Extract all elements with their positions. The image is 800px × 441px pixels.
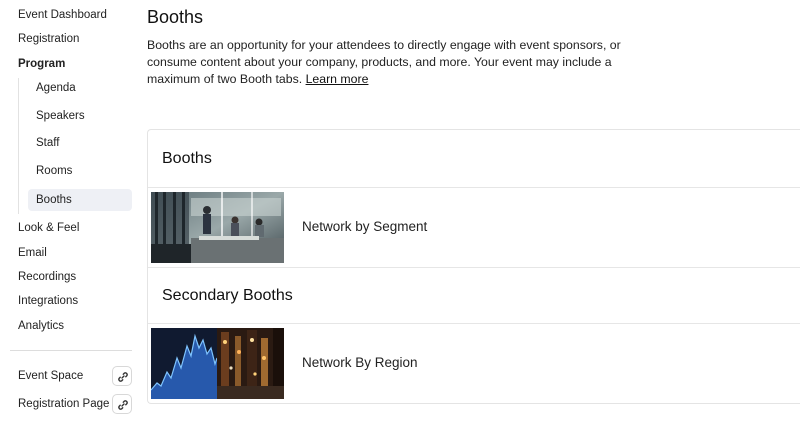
learn-more-link[interactable]: Learn more: [306, 72, 369, 86]
stock-chart-city-photo: [151, 328, 284, 399]
sidebar-item-recordings[interactable]: Recordings: [18, 270, 76, 284]
office-people-photo: [151, 192, 284, 263]
sidebar-item-booths[interactable]: Booths: [28, 189, 132, 211]
sidebar-item-speakers[interactable]: Speakers: [28, 105, 132, 127]
sidebar-link-event-space[interactable]: Event Space: [18, 365, 132, 387]
sidebar-divider: [10, 350, 132, 351]
booths-panel: Booths Network by Segment Secondary Boot…: [147, 129, 800, 404]
sidebar-item-rooms[interactable]: Rooms: [28, 160, 132, 182]
sidebar-item-event-dashboard[interactable]: Event Dashboard: [18, 8, 107, 22]
submenu-rail: [18, 78, 19, 214]
sidebar-item-look-and-feel[interactable]: Look & Feel: [18, 221, 79, 235]
sidebar-item-registration[interactable]: Registration: [18, 32, 79, 46]
description-text: Booths are an opportunity for your atten…: [147, 38, 621, 86]
section-heading-secondary-booths: Secondary Booths: [162, 287, 293, 304]
sidebar-item-program[interactable]: Program: [18, 57, 65, 71]
registration-page-label: Registration Page: [18, 398, 110, 410]
main-content: Booths Booths are an opportunity for you…: [147, 0, 800, 441]
page-title: Booths: [147, 7, 204, 27]
link-icon: [118, 372, 128, 382]
sidebar: Event Dashboard Registration Program Age…: [0, 0, 140, 441]
sidebar-item-integrations[interactable]: Integrations: [18, 294, 78, 308]
link-icon: [118, 400, 128, 410]
sidebar-item-email[interactable]: Email: [18, 246, 47, 260]
event-space-label: Event Space: [18, 370, 84, 382]
sidebar-link-registration-page[interactable]: Registration Page: [18, 393, 132, 415]
event-space-link-button[interactable]: [112, 366, 132, 386]
sidebar-item-agenda[interactable]: Agenda: [28, 77, 132, 99]
booth-row[interactable]: Network By Region: [148, 324, 800, 399]
sidebar-item-analytics[interactable]: Analytics: [18, 319, 64, 333]
registration-page-link-button[interactable]: [112, 394, 132, 414]
booth-row[interactable]: Network by Segment: [148, 188, 800, 263]
page-description: Booths are an opportunity for your atten…: [147, 37, 657, 88]
section-heading-booths: Booths: [162, 150, 212, 167]
sidebar-item-staff[interactable]: Staff: [28, 132, 132, 154]
booth-name: Network by Segment: [302, 219, 428, 234]
divider: [148, 267, 800, 268]
booth-name: Network By Region: [302, 355, 418, 370]
